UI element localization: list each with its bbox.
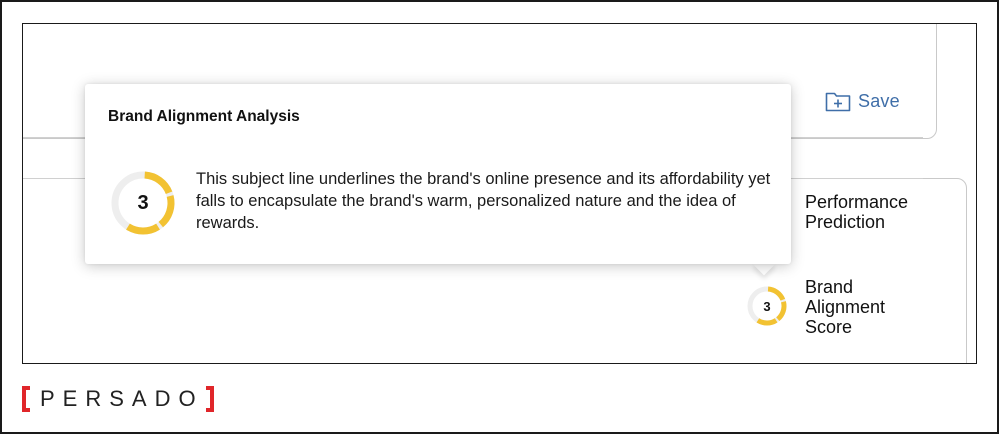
folder-plus-icon [825,92,851,112]
performance-prediction-label: Performance Prediction [805,192,945,232]
brand-score-value: 3 [763,298,771,314]
logo-bracket-left [22,386,30,412]
app-screenshot: Save Performance Prediction 3 Brand Alig… [22,23,977,364]
brand-alignment-popover: Brand Alignment Analysis 3 This subject … [85,84,791,264]
popover-title: Brand Alignment Analysis [108,108,300,125]
performance-label-text: Performance Prediction [805,192,909,232]
save-label: Save [858,90,900,111]
popover-score-gauge: 3 [108,168,178,238]
logo-bracket-right [205,386,214,412]
persado-logo: PERSADO [22,386,214,412]
logo-wordmark: PERSADO [40,386,204,411]
brand-label-text: Brand Alignment Score [805,277,886,337]
popover-description: This subject line underlines the brand's… [196,170,771,232]
brand-alignment-score-label: Brand Alignment Score [805,277,925,337]
brand-score-gauge[interactable]: 3 [745,284,789,328]
popover-score-value: 3 [137,191,149,214]
save-button[interactable]: Save [825,88,900,114]
